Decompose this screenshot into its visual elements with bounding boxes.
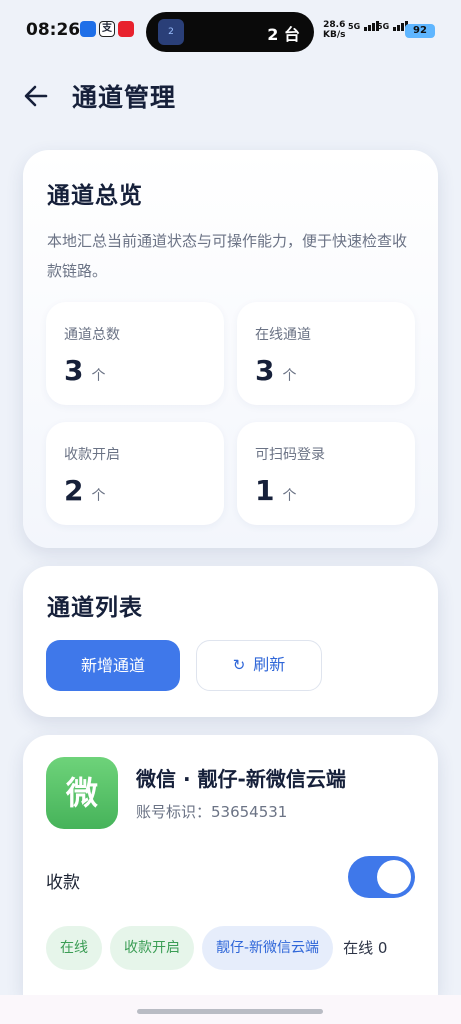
overview-description: 本地汇总当前通道状态与可操作能力，便于快速检查收款链路。 — [47, 232, 408, 280]
stat-label: 收款开启 — [64, 447, 120, 463]
stat-scan-login: 可扫码登录 1个 — [237, 422, 415, 525]
channel-status-text: 在线 0 — [343, 939, 388, 957]
add-channel-button[interactable]: 新增通道 — [46, 640, 180, 691]
stat-value: 3个 — [255, 354, 296, 387]
stat-receive-enabled: 收款开启 2个 — [46, 422, 224, 525]
tag-receive-enabled: 收款开启 — [110, 926, 194, 970]
stat-total-channels: 通道总数 3个 — [46, 302, 224, 405]
signal-5g-icon: 5G — [348, 21, 379, 31]
signal-label: 5G — [348, 22, 361, 31]
stat-number: 3 — [255, 354, 275, 387]
stat-online-channels: 在线通道 3个 — [237, 302, 415, 405]
receive-label: 收款 — [46, 873, 80, 893]
island-text: 2 台 — [267, 25, 300, 44]
stat-unit: 个 — [282, 488, 297, 504]
network-speed-value: 28.6 — [323, 20, 346, 30]
dynamic-island[interactable]: 2 2 台 — [146, 12, 314, 52]
refresh-label: 刷新 — [253, 655, 286, 674]
signal-5g-icon-2: 5G — [377, 21, 408, 31]
app-notification-icon — [80, 21, 96, 37]
stat-label: 通道总数 — [64, 327, 120, 343]
channel-list-title: 通道列表 — [47, 595, 143, 621]
wechat-logo-icon: 微 — [46, 757, 118, 829]
overview-card: 通道总览 本地汇总当前通道状态与可操作能力，便于快速检查收款链路。 通道总数 3… — [23, 150, 438, 548]
battery-icon: 92 — [405, 24, 435, 38]
refresh-button[interactable]: ↻ 刷新 — [196, 640, 322, 691]
stat-value: 3个 — [64, 354, 105, 387]
stat-number: 1 — [255, 474, 275, 507]
channel-item-card[interactable]: 微 微信 · 靓仔-新微信云端 账号标识：53654531 收款 在线 收款开启靓… — [23, 735, 438, 995]
app-notification-icon-red — [118, 21, 134, 37]
page-header: 通道管理 — [0, 70, 461, 120]
tag-channel-label: 靓仔-新微信云端 — [202, 926, 334, 970]
bottom-bar — [0, 995, 461, 1024]
stat-label: 可扫码登录 — [255, 447, 325, 463]
toggle-knob — [377, 860, 411, 894]
channel-list-card: 通道列表 新增通道 ↻ 刷新 — [23, 566, 438, 717]
stat-label: 在线通道 — [255, 327, 311, 343]
stat-unit: 个 — [282, 368, 297, 384]
status-bar: 08:26 支 2 2 台 28.6 KB/s 5G 5G 92 — [0, 0, 461, 62]
tag-online: 在线 — [46, 926, 102, 970]
broadcast-icon: 2 — [158, 19, 184, 45]
stat-value: 2个 — [64, 474, 105, 507]
channel-tags: 在线 收款开启 靓仔-新微信云端 在线 0 — [46, 926, 438, 972]
stat-value: 1个 — [255, 474, 296, 507]
overview-title: 通道总览 — [47, 183, 143, 209]
signal-label-2: 5G — [377, 22, 390, 31]
channel-name: 微信 · 靓仔-新微信云端 — [136, 767, 346, 791]
status-time: 08:26 — [26, 20, 81, 40]
page-title: 通道管理 — [72, 83, 177, 112]
stat-unit: 个 — [91, 488, 106, 504]
receive-toggle[interactable] — [348, 856, 415, 898]
stat-number: 2 — [64, 474, 84, 507]
network-speed-unit: KB/s — [323, 30, 346, 40]
home-indicator[interactable] — [137, 1009, 323, 1014]
stat-unit: 个 — [91, 368, 106, 384]
network-speed: 28.6 KB/s — [323, 20, 345, 40]
arrow-left-icon[interactable] — [22, 82, 50, 110]
channel-account-id: 账号标识：53654531 — [136, 803, 288, 821]
stat-number: 3 — [64, 354, 84, 387]
alipay-notification-icon: 支 — [99, 21, 115, 37]
refresh-icon: ↻ — [232, 656, 246, 674]
